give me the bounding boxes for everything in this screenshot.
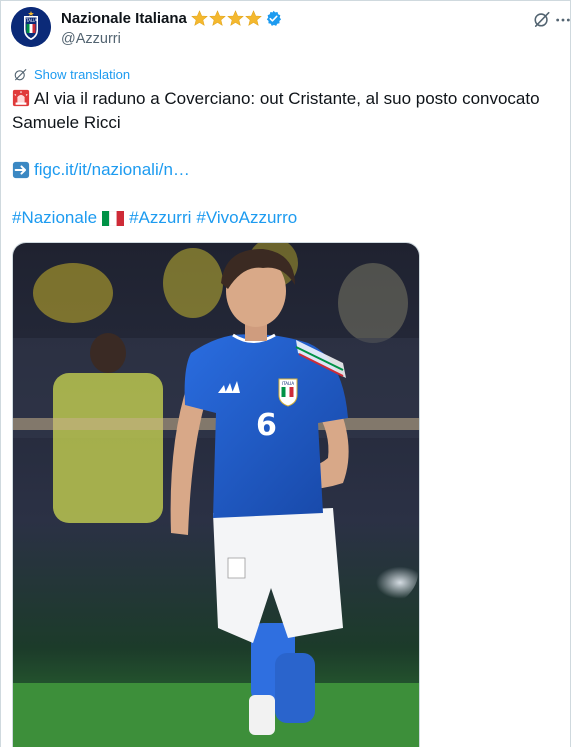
link-line: figc.it/it/nazionali/n… xyxy=(12,158,190,182)
more-dots-icon[interactable] xyxy=(555,17,571,23)
hashtags-line: #Nazionale #Azzurri #VivoAzzurro xyxy=(12,206,297,230)
rotating-light-emoji-icon xyxy=(12,89,30,107)
grok-icon[interactable] xyxy=(533,10,551,28)
account-handle[interactable]: @Azzurri xyxy=(61,31,121,47)
player-photo: 6 ITALIA xyxy=(13,243,419,747)
figc-crest-icon: ITALIA xyxy=(11,7,51,47)
jersey-number: 6 xyxy=(256,408,277,443)
show-translation-link[interactable]: Show translation xyxy=(34,67,130,82)
name-row[interactable]: Nazionale Italiana xyxy=(61,9,282,27)
right-arrow-emoji-icon xyxy=(12,161,30,179)
avatar-crest-text: ITALIA xyxy=(25,18,37,23)
translate-icon xyxy=(14,69,27,81)
star-icon xyxy=(191,9,208,26)
article-link[interactable]: figc.it/it/nazionali/n… xyxy=(34,158,190,182)
italy-flag-icon xyxy=(102,210,125,226)
display-name[interactable]: Nazionale Italiana xyxy=(61,10,187,27)
hashtag-azzurri[interactable]: #Azzurri xyxy=(129,206,191,230)
star-icon xyxy=(209,9,226,26)
tweet-text: Al via il raduno a Coverciano: out Crist… xyxy=(12,87,562,135)
translate-row[interactable]: Show translation xyxy=(13,67,130,82)
jersey-crest-text: ITALIA xyxy=(282,381,294,386)
tweet-media-photo[interactable]: 6 ITALIA xyxy=(12,242,420,747)
hashtag-vivoazzurro[interactable]: #VivoAzzurro xyxy=(196,206,297,230)
tweet-body: Al via il raduno a Coverciano: out Crist… xyxy=(12,89,540,132)
star-icon xyxy=(245,9,262,26)
tweet-card: ITALIA Nazionale Italiana @Azzurri Show … xyxy=(0,0,571,747)
verified-badge-icon[interactable] xyxy=(265,10,282,27)
star-icon xyxy=(227,9,244,26)
avatar[interactable]: ITALIA xyxy=(11,7,51,47)
hashtag-nazionale[interactable]: #Nazionale xyxy=(12,206,97,230)
